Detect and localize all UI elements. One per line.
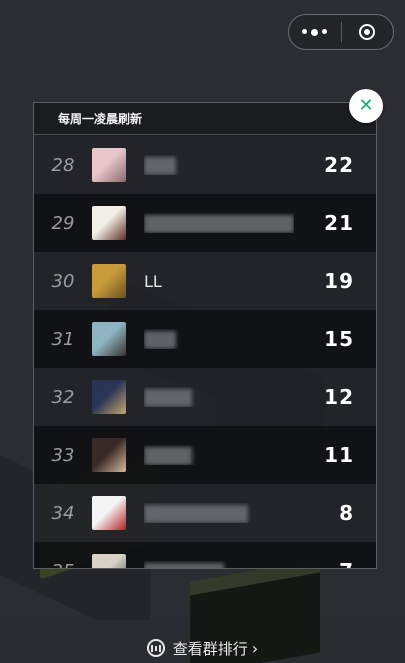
close-icon: ✕ bbox=[358, 95, 374, 116]
ranking-row[interactable]: 28 22 bbox=[34, 136, 376, 194]
score: 15 bbox=[324, 327, 354, 351]
miniprogram-capsule bbox=[288, 14, 394, 50]
player-name bbox=[144, 561, 294, 568]
player-name bbox=[144, 503, 294, 523]
score: 7 bbox=[294, 559, 376, 568]
avatar[interactable] bbox=[92, 206, 126, 240]
avatar[interactable] bbox=[92, 438, 126, 472]
panel-header: 每周一凌晨刷新 bbox=[34, 103, 376, 135]
ranking-row[interactable]: 29 21 bbox=[34, 194, 376, 252]
score: 12 bbox=[324, 385, 354, 409]
ranking-row[interactable]: 32 12 bbox=[34, 368, 376, 426]
rank-number: 35 bbox=[34, 561, 92, 569]
redacted-name bbox=[144, 214, 294, 233]
rank-number: 28 bbox=[51, 154, 75, 176]
more-dots-icon bbox=[302, 28, 328, 36]
group-ranking-link[interactable]: 查看群排行 › bbox=[0, 636, 405, 660]
avatar[interactable] bbox=[92, 380, 126, 414]
exit-miniprogram-button[interactable] bbox=[342, 15, 394, 49]
redacted-name bbox=[144, 446, 192, 465]
avatar[interactable] bbox=[92, 322, 126, 356]
redacted-name bbox=[144, 156, 176, 175]
score: 19 bbox=[324, 269, 354, 293]
ranking-row[interactable]: 31 15 bbox=[34, 310, 376, 368]
redacted-name bbox=[144, 562, 224, 568]
chevron-right-icon: › bbox=[251, 638, 259, 658]
score: 8 bbox=[339, 501, 354, 525]
more-menu-button[interactable] bbox=[289, 15, 341, 49]
rank-number: 34 bbox=[51, 502, 75, 524]
ranking-bars-icon bbox=[146, 639, 165, 657]
ranking-row[interactable]: 30 LL 19 bbox=[34, 252, 376, 310]
ranking-list[interactable]: 28 22 29 21 30 LL 19 31 15 32 12 33 11 34 8 35 7 bbox=[34, 136, 376, 569]
rank-number: 31 bbox=[51, 328, 75, 350]
player-name bbox=[144, 445, 294, 465]
redacted-name bbox=[144, 504, 248, 523]
player-name bbox=[144, 387, 294, 407]
ranking-panel: 每周一凌晨刷新 28 22 29 21 30 LL 19 31 15 32 12 33 11 34 8 35 7 bbox=[33, 102, 377, 569]
player-name bbox=[144, 213, 294, 233]
score: 21 bbox=[324, 211, 354, 235]
rank-number: 29 bbox=[51, 212, 75, 234]
target-circle-icon bbox=[359, 24, 376, 40]
ranking-row[interactable]: 35 7 bbox=[34, 542, 376, 569]
ranking-row[interactable]: 34 8 bbox=[34, 484, 376, 542]
score: 22 bbox=[324, 153, 354, 177]
close-panel-button[interactable]: ✕ bbox=[349, 89, 383, 123]
panel-title: 每周一凌晨刷新 bbox=[58, 112, 143, 126]
rank-number: 32 bbox=[51, 386, 75, 408]
rank-number: 30 bbox=[51, 270, 75, 292]
avatar[interactable] bbox=[92, 264, 126, 298]
redacted-name bbox=[144, 330, 176, 349]
avatar[interactable] bbox=[92, 148, 126, 182]
ranking-row[interactable]: 33 11 bbox=[34, 426, 376, 484]
player-name bbox=[144, 155, 294, 175]
score: 11 bbox=[324, 443, 354, 467]
player-name: LL bbox=[144, 272, 294, 291]
group-ranking-label: 查看群排行 bbox=[172, 639, 248, 658]
player-name-text: LL bbox=[144, 271, 162, 291]
redacted-name bbox=[144, 388, 192, 407]
avatar[interactable] bbox=[92, 496, 126, 530]
rank-number: 33 bbox=[51, 444, 75, 466]
avatar[interactable] bbox=[92, 554, 126, 568]
player-name bbox=[144, 329, 294, 349]
